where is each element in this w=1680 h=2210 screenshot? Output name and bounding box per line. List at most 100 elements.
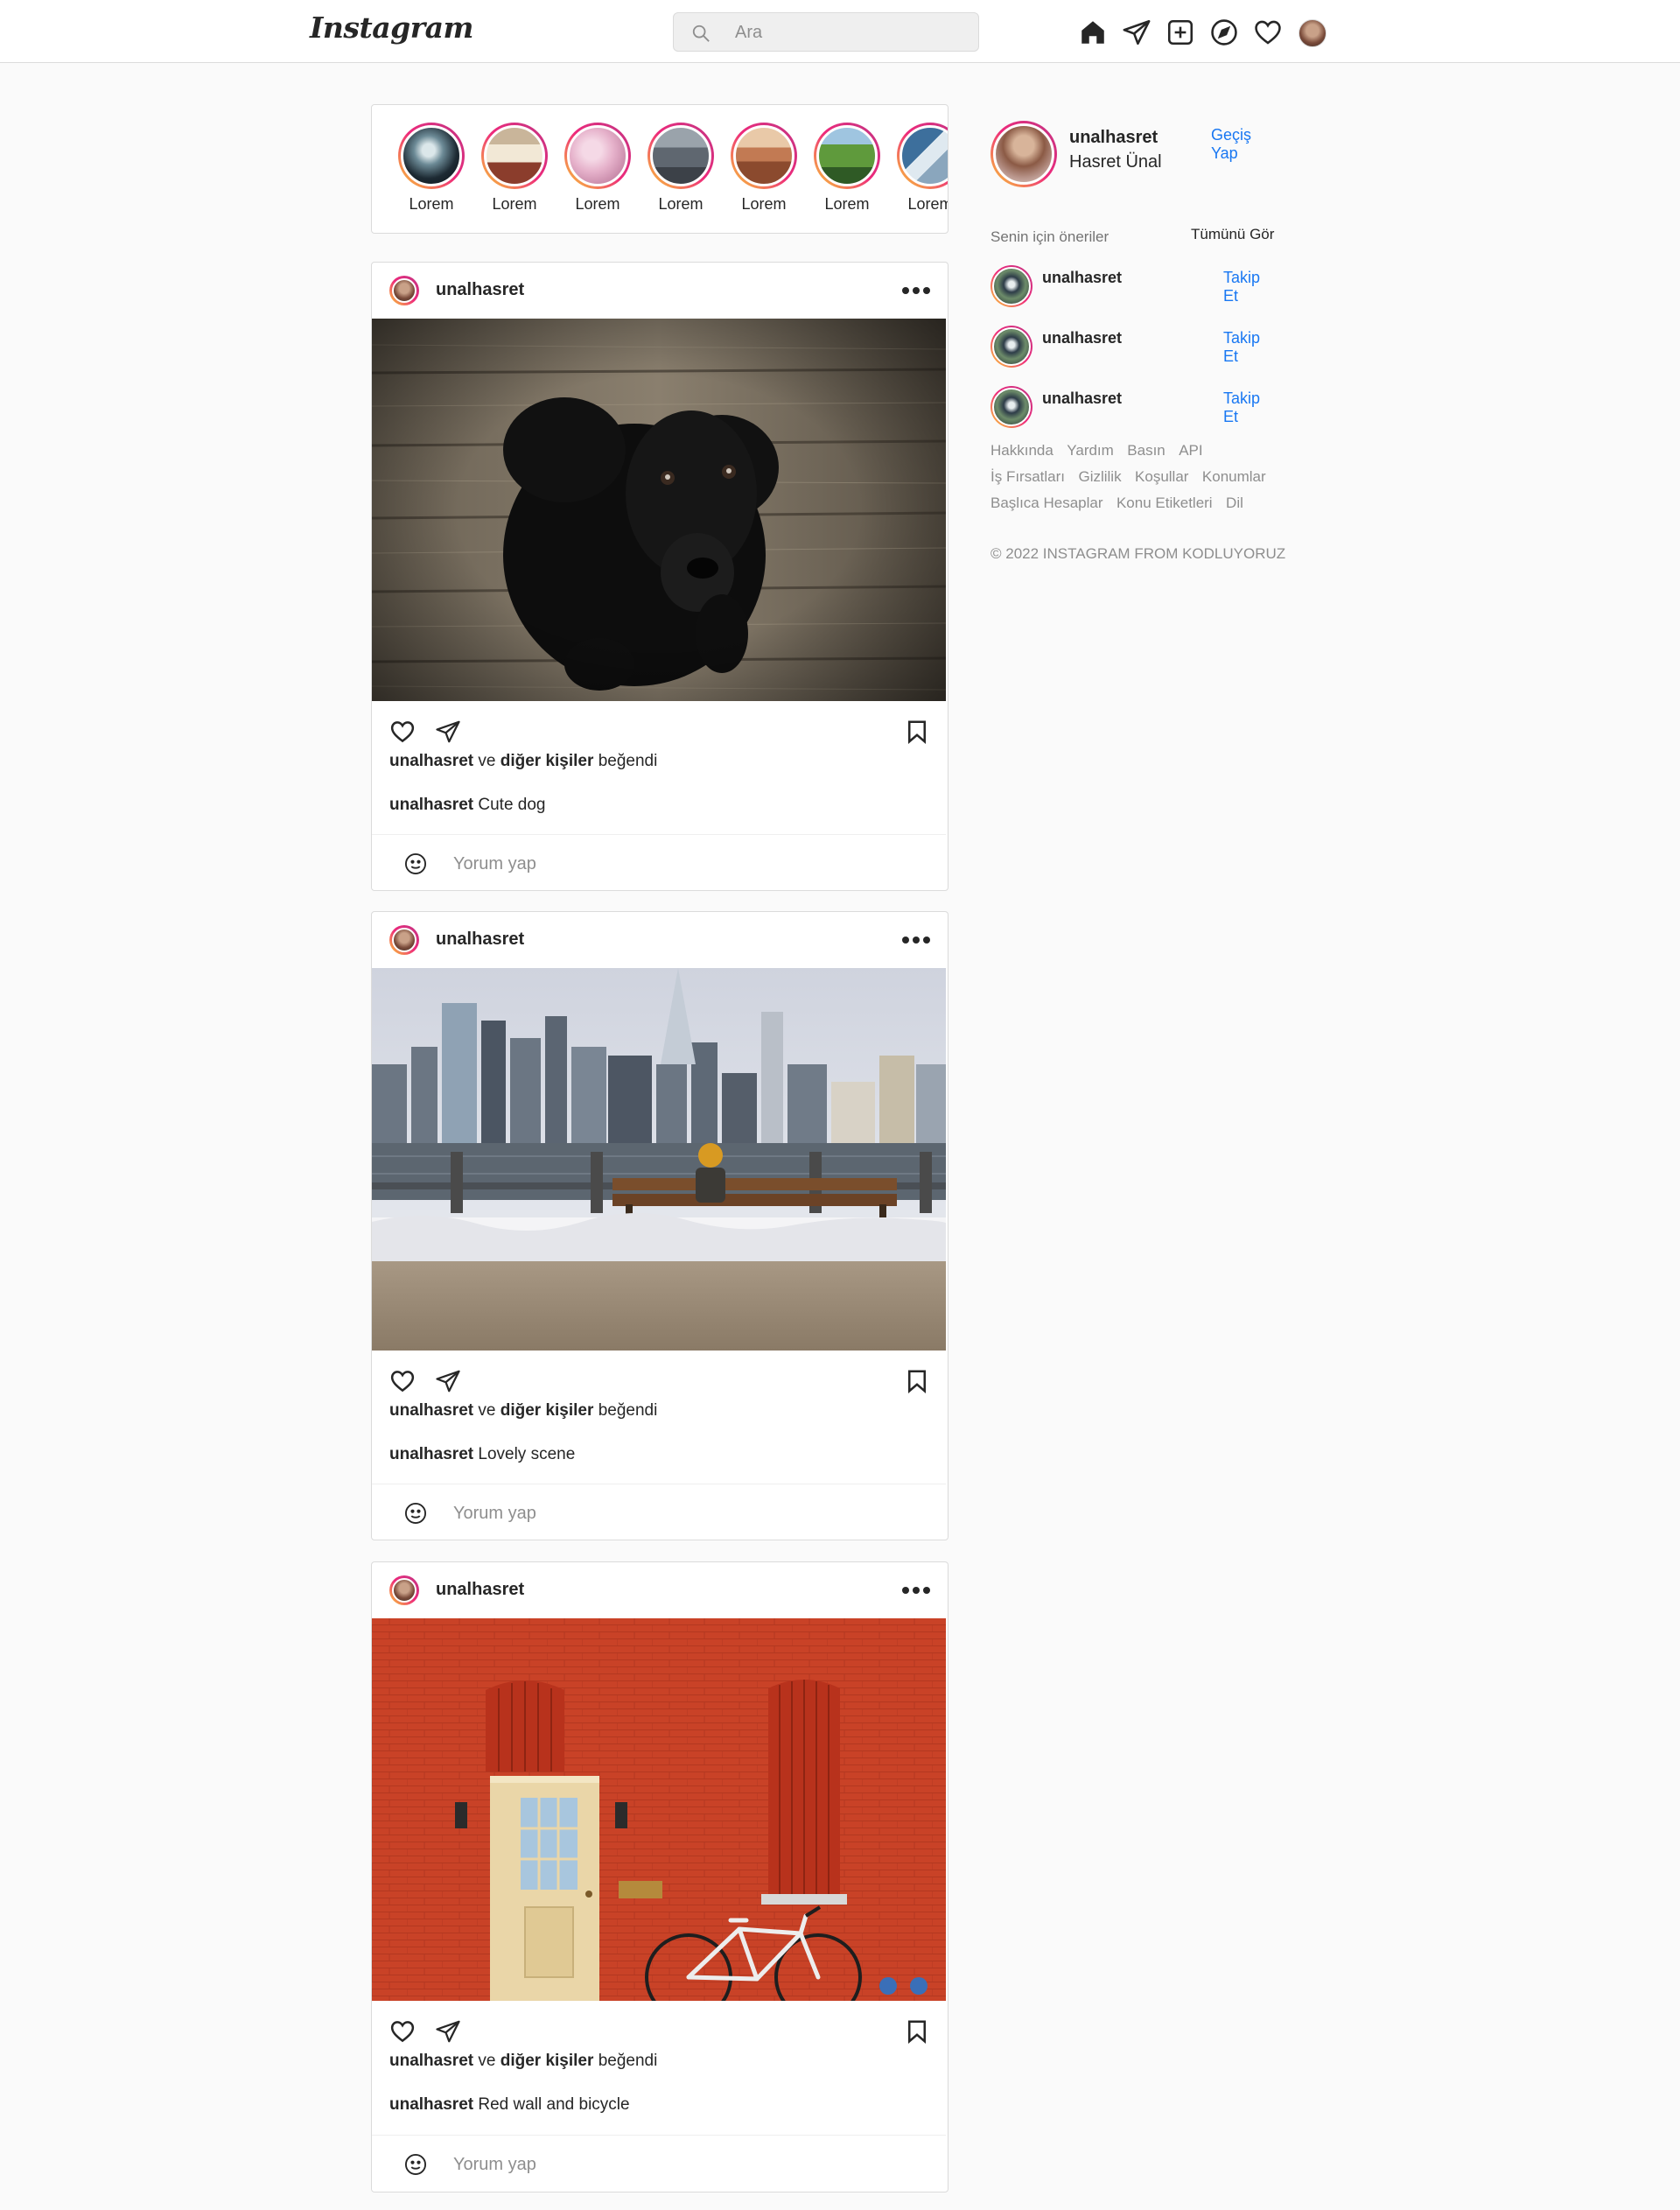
likes-others[interactable]: diğer kişiler [500, 2052, 594, 2070]
post-author-avatar[interactable] [389, 1575, 419, 1605]
search-icon [692, 25, 710, 42]
suggestion-avatar[interactable] [990, 265, 1032, 307]
footer-link-privacy[interactable]: Gizlilik [1078, 468, 1121, 485]
switch-account-link[interactable]: Geçiş Yap [1211, 126, 1279, 163]
story-item[interactable]: Lorem [643, 123, 718, 214]
comment-input[interactable] [453, 852, 908, 876]
caption-username[interactable]: unalhasret [389, 2095, 473, 2114]
footer-link-press[interactable]: Basın [1127, 442, 1165, 459]
post-author-username[interactable]: unalhasret [436, 1580, 524, 1600]
bookmark-icon[interactable] [904, 1368, 930, 1394]
caption-username[interactable]: unalhasret [389, 1445, 473, 1463]
explore-icon[interactable] [1209, 18, 1239, 47]
emoji-icon[interactable] [403, 2152, 428, 2177]
post-image-red-wall[interactable] [372, 1618, 946, 2001]
post-author-username[interactable]: unalhasret [436, 280, 524, 300]
post-actions [372, 701, 948, 749]
likes-suffix: beğendi [598, 1401, 658, 1420]
story-item[interactable]: Lorem [394, 123, 469, 214]
more-options-icon[interactable] [900, 931, 932, 949]
comment-input[interactable] [453, 1501, 908, 1526]
more-options-icon[interactable] [900, 1582, 932, 1599]
story-item[interactable]: Lorem [560, 123, 635, 214]
footer-row: Hakkında Yardım Basın API [990, 442, 1288, 468]
comment-row [372, 1484, 946, 1540]
emoji-icon[interactable] [403, 852, 428, 876]
suggestion-avatar[interactable] [990, 386, 1032, 428]
suggestion-avatar[interactable] [990, 326, 1032, 368]
likes-others[interactable]: diğer kişiler [500, 1401, 594, 1420]
post-author-username[interactable]: unalhasret [436, 930, 524, 950]
footer-link-locations[interactable]: Konumlar [1202, 468, 1266, 485]
see-all-link[interactable]: Tümünü Gör [1191, 226, 1274, 243]
likes-suffix: beğendi [598, 752, 658, 770]
home-icon[interactable] [1078, 18, 1108, 47]
post-actions [372, 1351, 948, 1399]
new-post-icon[interactable] [1166, 18, 1195, 47]
story-thumbnail [401, 125, 462, 186]
comment-row [372, 834, 946, 890]
likes-others[interactable]: diğer kişiler [500, 752, 594, 770]
post-image-dog[interactable] [372, 319, 946, 701]
red-wall-bicycle-photo [372, 1618, 946, 2001]
share-icon[interactable] [435, 1368, 461, 1394]
like-heart-icon[interactable] [389, 719, 416, 745]
story-label: Lorem [741, 195, 787, 213]
share-icon[interactable] [435, 719, 461, 745]
suggestion-username[interactable]: unalhasret [1042, 329, 1122, 347]
footer-link-help[interactable]: Yardım [1067, 442, 1114, 459]
footer-link-terms[interactable]: Koşullar [1135, 468, 1188, 485]
current-user-fullname: Hasret Ünal [1069, 152, 1162, 172]
search-input[interactable] [735, 21, 962, 44]
like-heart-icon[interactable] [389, 2018, 416, 2045]
current-user-username[interactable]: unalhasret [1069, 128, 1158, 148]
instagram-logo[interactable]: Instagram [310, 11, 473, 45]
story-thumbnail [733, 125, 794, 186]
story-thumbnail [900, 125, 948, 186]
more-options-icon[interactable] [900, 282, 932, 299]
story-thumbnail [567, 125, 628, 186]
follow-button[interactable]: Takip Et [1223, 269, 1279, 305]
suggestion-username[interactable]: unalhasret [1042, 389, 1122, 408]
suggestion-item: unalhasret Takip Et [990, 386, 1279, 430]
profile-avatar[interactable] [1298, 19, 1326, 47]
bookmark-icon[interactable] [904, 719, 930, 745]
search-box[interactable] [673, 12, 979, 52]
like-heart-icon[interactable] [389, 1368, 416, 1394]
emoji-icon[interactable] [403, 1501, 428, 1526]
footer-link-language[interactable]: Dil [1226, 495, 1243, 511]
likes-suffix: beğendi [598, 2052, 658, 2070]
story-ring [897, 123, 948, 189]
footer-link-about[interactable]: Hakkında [990, 442, 1054, 459]
post-image-city[interactable] [372, 968, 946, 1351]
footer-link-api[interactable]: API [1179, 442, 1202, 459]
footer-link-top-accounts[interactable]: Başlıca Hesaplar [990, 495, 1103, 511]
current-user-avatar[interactable] [990, 121, 1057, 187]
story-label: Lorem [907, 195, 948, 213]
activity-heart-icon[interactable] [1253, 18, 1283, 47]
likes-user[interactable]: unalhasret [389, 1401, 473, 1420]
post-author-avatar[interactable] [389, 925, 419, 955]
footer-link-jobs[interactable]: İş Fırsatları [990, 468, 1065, 485]
follow-button[interactable]: Takip Et [1223, 389, 1279, 426]
caption-text: Cute dog [478, 796, 546, 814]
caption-username[interactable]: unalhasret [389, 796, 473, 814]
likes-user[interactable]: unalhasret [389, 752, 473, 770]
story-label: Lorem [575, 195, 620, 213]
story-item[interactable]: Lorem [726, 123, 802, 214]
likes-text: unalhasret ve diğer kişiler beğendi [389, 2052, 657, 2071]
share-icon[interactable] [435, 2018, 461, 2045]
story-item[interactable]: Lorem [892, 123, 948, 214]
likes-user[interactable]: unalhasret [389, 2052, 473, 2070]
bookmark-icon[interactable] [904, 2018, 930, 2045]
footer-link-hashtags[interactable]: Konu Etiketleri [1116, 495, 1213, 511]
story-item[interactable]: Lorem [477, 123, 552, 214]
direct-message-icon[interactable] [1122, 18, 1152, 47]
caption-text: Red wall and bicycle [478, 2095, 630, 2114]
copyright-text: © 2022 INSTAGRAM FROM KODLUYORUZ [990, 545, 1286, 562]
suggestion-username[interactable]: unalhasret [1042, 269, 1122, 287]
follow-button[interactable]: Takip Et [1223, 329, 1279, 366]
comment-input[interactable] [453, 2152, 908, 2177]
story-item[interactable]: Lorem [809, 123, 885, 214]
post-author-avatar[interactable] [389, 276, 419, 305]
